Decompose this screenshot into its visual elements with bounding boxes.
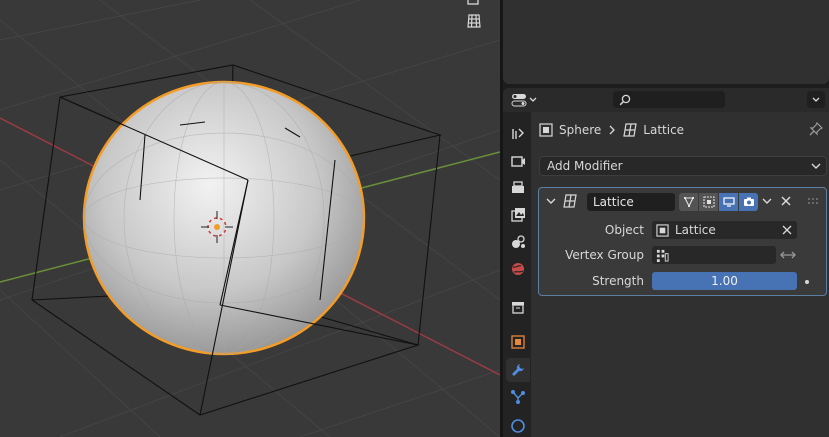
properties-editor: Sphere Lattice Add Modifier Lattice Obje… (503, 88, 829, 437)
vertex-group-label: Vertex Group (565, 248, 644, 262)
particles-icon[interactable] (506, 385, 530, 409)
output-icon[interactable] (506, 176, 530, 200)
scene-icon[interactable] (506, 230, 530, 254)
modifier-wrench-icon[interactable] (506, 358, 530, 382)
add-modifier-label: Add Modifier (547, 159, 623, 173)
object-icon[interactable] (506, 330, 530, 354)
object-icon (539, 123, 553, 137)
editor-type-dropdown[interactable] (511, 91, 543, 109)
invert-arrows-icon[interactable] (780, 249, 796, 261)
tool-icon[interactable] (506, 122, 530, 146)
monitor-icon (722, 197, 735, 207)
vertex-group-field[interactable] (652, 246, 776, 264)
vertex-triangle-icon (683, 197, 694, 208)
strength-label: Strength (592, 274, 644, 288)
world-icon[interactable] (506, 257, 530, 281)
object-field[interactable]: Lattice (652, 221, 797, 239)
properties-header (503, 88, 829, 112)
modifier-name-field[interactable]: Lattice (587, 193, 675, 211)
properties-tabs (503, 112, 531, 437)
chevron-down-icon (529, 97, 537, 102)
edit-mode-icon (702, 196, 715, 208)
options-dropdown[interactable] (807, 91, 825, 108)
grid-view-icon[interactable] (466, 13, 490, 35)
object-icon (656, 223, 669, 237)
object-value: Lattice (675, 223, 716, 237)
properties-search-input[interactable] (613, 91, 725, 108)
edit-mode-toggle[interactable] (699, 193, 718, 211)
lattice-icon (623, 123, 637, 137)
breadcrumb: Sphere Lattice (539, 120, 684, 140)
modifier-toggle-buttons (679, 193, 758, 211)
lattice-modifier-panel: Lattice Object Lattice Vertex Group Stre… (538, 187, 827, 296)
vertex-group-icon (656, 249, 669, 262)
strength-slider[interactable]: 1.00 (652, 272, 797, 290)
pin-icon[interactable] (809, 121, 824, 139)
breadcrumb-modifier: Lattice (643, 123, 685, 137)
search-icon (619, 94, 631, 105)
outliner-area[interactable] (503, 0, 829, 84)
object-label: Object (604, 223, 644, 237)
modifier-properties: Sphere Lattice Add Modifier Lattice Obje… (531, 112, 829, 437)
breadcrumb-object: Sphere (559, 123, 602, 137)
collection-icon[interactable] (506, 295, 530, 319)
keyframe-dot-icon[interactable] (804, 279, 810, 285)
chevron-down-icon (811, 163, 821, 169)
render-icon[interactable] (506, 149, 530, 173)
add-modifier-dropdown[interactable]: Add Modifier (539, 156, 827, 176)
3d-viewport[interactable] (0, 0, 500, 437)
view-layer-icon[interactable] (506, 203, 530, 227)
drag-handle-icon[interactable] (807, 197, 819, 205)
collapse-chevron-icon[interactable] (545, 195, 557, 207)
chevron-down-icon (812, 97, 820, 102)
modifier-menu-chevron-icon[interactable] (761, 197, 773, 207)
physics-icon[interactable] (506, 413, 530, 437)
chevron-right-icon (609, 125, 616, 135)
remove-modifier-icon[interactable] (780, 195, 792, 207)
camera-icon (743, 197, 754, 206)
realtime-display-toggle[interactable] (719, 193, 738, 211)
properties-editor-icon (511, 94, 527, 107)
clear-field-icon[interactable] (782, 225, 792, 235)
edit-mode-cage-toggle[interactable] (679, 193, 698, 211)
viewport-scene (0, 0, 500, 437)
render-toggle[interactable] (739, 193, 758, 211)
lattice-icon (563, 194, 577, 208)
